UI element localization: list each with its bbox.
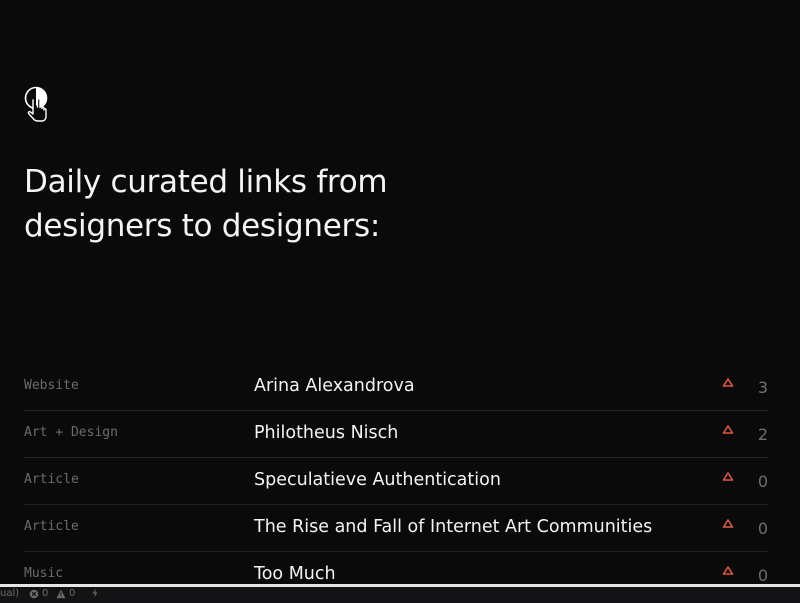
- warning-status[interactable]: 0: [56, 588, 75, 599]
- upvote-icon[interactable]: [722, 565, 734, 577]
- page-tagline: Daily curated links from designers to de…: [24, 160, 388, 248]
- feed-row[interactable]: Article The Rise and Fall of Internet Ar…: [24, 505, 768, 552]
- item-title-link[interactable]: The Rise and Fall of Internet Art Commun…: [254, 517, 652, 537]
- lightning-status[interactable]: [90, 588, 100, 598]
- vote-count: 0: [757, 566, 768, 585]
- vote-count: 3: [757, 378, 768, 397]
- warning-triangle-icon: [56, 589, 66, 598]
- item-title-link[interactable]: Too Much: [254, 564, 336, 584]
- lightning-icon: [92, 588, 98, 598]
- warning-count: 0: [69, 588, 76, 599]
- item-category[interactable]: Music: [24, 566, 63, 581]
- upvote-icon[interactable]: [722, 424, 734, 436]
- tagline-line-1: Daily curated links from: [24, 164, 388, 200]
- item-title-link[interactable]: Speculatieve Authentication: [254, 470, 501, 490]
- item-category[interactable]: Article: [24, 519, 79, 534]
- status-bar: ual) 0 0: [0, 584, 800, 603]
- tagline-line-2: designers to designers:: [24, 208, 380, 244]
- item-category[interactable]: Article: [24, 472, 79, 487]
- status-mode-text: ual): [0, 588, 20, 599]
- upvote-icon[interactable]: [722, 518, 734, 530]
- item-title-link[interactable]: Philotheus Nisch: [254, 423, 398, 443]
- item-title-link[interactable]: Arina Alexandrova: [254, 376, 415, 396]
- feed-row[interactable]: Article Speculatieve Authentication 0: [24, 458, 768, 505]
- upvote-icon[interactable]: [722, 471, 734, 483]
- error-status[interactable]: 0: [29, 588, 48, 599]
- item-category[interactable]: Website: [24, 378, 79, 393]
- vote-count: 0: [757, 472, 768, 491]
- vote-count: 2: [757, 425, 768, 444]
- site-logo[interactable]: [24, 86, 50, 124]
- feed-row[interactable]: Website Arina Alexandrova 3: [24, 364, 768, 411]
- error-count: 0: [42, 588, 49, 599]
- upvote-icon[interactable]: [722, 377, 734, 389]
- item-category[interactable]: Art + Design: [24, 425, 118, 440]
- error-circle-icon: [29, 589, 39, 598]
- link-feed: Website Arina Alexandrova 3 Art + Design…: [24, 364, 768, 599]
- feed-row[interactable]: Art + Design Philotheus Nisch 2: [24, 411, 768, 458]
- half-circle-pointer-logo-icon: [24, 86, 48, 122]
- vote-count: 0: [757, 519, 768, 538]
